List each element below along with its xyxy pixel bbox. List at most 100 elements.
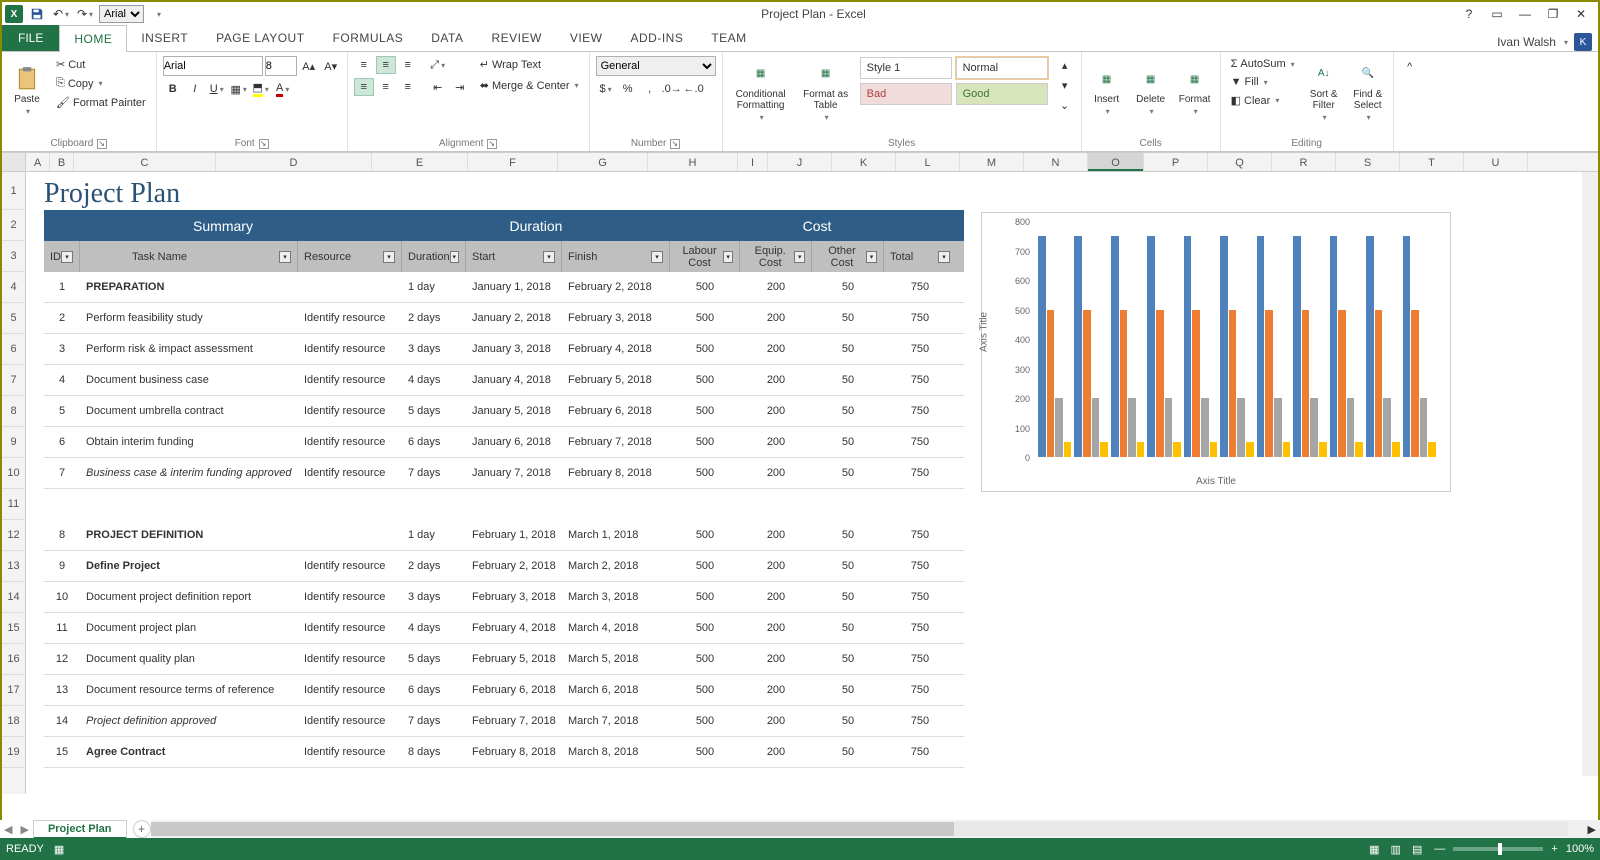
undo-icon[interactable]: ↶▾ — [51, 4, 71, 24]
conditional-formatting-button[interactable]: ▦ Conditional Formatting▾ — [729, 56, 793, 126]
zoom-out-icon[interactable]: — — [1434, 843, 1445, 855]
table-row[interactable]: 10Document project definition reportIden… — [44, 582, 964, 613]
row-header[interactable]: 2 — [2, 210, 25, 241]
format-painter-button[interactable]: 🖌Format Painter — [52, 94, 150, 111]
align-right-icon[interactable]: ≡ — [398, 78, 418, 96]
table-row[interactable]: 13Document resource terms of referenceId… — [44, 675, 964, 706]
paste-button[interactable]: Paste▾ — [8, 56, 46, 126]
cell-style-normal[interactable]: Normal — [956, 57, 1048, 79]
sheet-nav-prev-icon[interactable]: ◀ — [0, 823, 16, 836]
row-header[interactable]: 14 — [2, 582, 25, 613]
col-header-E[interactable]: E — [372, 153, 468, 171]
increase-indent-icon[interactable]: ⇥ — [450, 78, 470, 96]
merge-center-button[interactable]: ⬌Merge & Center▾ — [476, 77, 583, 94]
horizontal-scrollbar[interactable]: ◀ ▶ — [0, 820, 1600, 838]
table-row[interactable]: 3Perform risk & impact assessmentIdentif… — [44, 334, 964, 365]
cell-style-good[interactable]: Good — [956, 83, 1048, 105]
row-header[interactable]: 15 — [2, 613, 25, 644]
format-as-table-button[interactable]: ▦ Format as Table▾ — [799, 56, 853, 126]
italic-button[interactable]: I — [185, 80, 205, 98]
filter-icon[interactable]: ▾ — [651, 251, 663, 263]
number-dialog-launcher[interactable] — [670, 139, 680, 149]
col-header-R[interactable]: R — [1272, 153, 1336, 171]
col-header-C[interactable]: C — [74, 153, 216, 171]
clipboard-dialog-launcher[interactable] — [97, 139, 107, 149]
col-header-P[interactable]: P — [1144, 153, 1208, 171]
file-tab[interactable]: FILE — [2, 25, 59, 51]
col-header-H[interactable]: H — [648, 153, 738, 171]
filter-icon[interactable]: ▾ — [938, 251, 950, 263]
col-header-U[interactable]: U — [1464, 153, 1528, 171]
col-header-T[interactable]: T — [1400, 153, 1464, 171]
ribbon-options-icon[interactable]: ▭ — [1484, 3, 1510, 25]
table-row[interactable]: 7Business case & interim funding approve… — [44, 458, 964, 489]
font-color-button[interactable]: A▾ — [273, 80, 293, 98]
align-center-icon[interactable]: ≡ — [376, 78, 396, 96]
page-break-view-icon[interactable]: ▤ — [1408, 842, 1426, 858]
row-header[interactable]: 18 — [2, 706, 25, 737]
ribbon-tab-home[interactable]: HOME — [59, 25, 127, 52]
col-header-L[interactable]: L — [896, 153, 960, 171]
col-header-B[interactable]: B — [50, 153, 74, 171]
row-header[interactable]: 6 — [2, 334, 25, 365]
col-header-A[interactable]: A — [26, 153, 50, 171]
minimize-icon[interactable]: — — [1512, 3, 1538, 25]
row-header[interactable]: 17 — [2, 675, 25, 706]
alignment-dialog-launcher[interactable] — [487, 139, 497, 149]
ribbon-tab-insert[interactable]: INSERT — [127, 25, 202, 51]
table-row[interactable]: 6Obtain interim fundingIdentify resource… — [44, 427, 964, 458]
sheet-tab[interactable]: Project Plan — [33, 820, 127, 839]
styles-scroll-up-icon[interactable]: ▴ — [1055, 56, 1075, 74]
close-icon[interactable]: ✕ — [1568, 3, 1594, 25]
sort-filter-button[interactable]: A↓Sort & Filter▾ — [1305, 56, 1343, 126]
table-row[interactable]: 8PROJECT DEFINITION1 dayFebruary 1, 2018… — [44, 520, 964, 551]
increase-font-icon[interactable]: A▴ — [299, 57, 319, 75]
decrease-indent-icon[interactable]: ⇤ — [428, 78, 448, 96]
bold-button[interactable]: B — [163, 80, 183, 98]
row-header[interactable]: 3 — [2, 241, 25, 272]
qat-font-select[interactable]: Arial — [99, 5, 144, 23]
user-name[interactable]: Ivan Walsh — [1497, 35, 1556, 49]
copy-button[interactable]: ⎘Copy▾ — [52, 75, 150, 92]
percent-format-icon[interactable]: % — [618, 80, 638, 98]
collapse-ribbon-icon[interactable]: ^ — [1400, 58, 1420, 76]
zoom-slider[interactable] — [1453, 847, 1543, 851]
align-middle-icon[interactable]: ≡ — [376, 56, 396, 74]
col-header-M[interactable]: M — [960, 153, 1024, 171]
filter-icon[interactable]: ▾ — [543, 251, 555, 263]
align-top-icon[interactable]: ≡ — [354, 56, 374, 74]
row-header[interactable]: 16 — [2, 644, 25, 675]
row-header[interactable]: 13 — [2, 551, 25, 582]
col-header-F[interactable]: F — [468, 153, 558, 171]
page-layout-view-icon[interactable]: ▥ — [1387, 842, 1405, 858]
filter-icon[interactable]: ▾ — [723, 251, 733, 263]
table-row[interactable]: 2Perform feasibility studyIdentify resou… — [44, 303, 964, 334]
number-format-select[interactable]: General — [596, 56, 716, 76]
row-header[interactable]: 9 — [2, 427, 25, 458]
sheet-nav-next-icon[interactable]: ▶ — [16, 823, 32, 836]
cell-style-bad[interactable]: Bad — [860, 83, 952, 105]
row-header[interactable]: 1 — [2, 172, 25, 210]
cut-button[interactable]: ✂Cut — [52, 56, 150, 73]
macro-record-icon[interactable]: ▦ — [54, 843, 64, 856]
underline-button[interactable]: U▾ — [207, 80, 227, 98]
col-header-J[interactable]: J — [768, 153, 832, 171]
row-header[interactable]: 12 — [2, 520, 25, 551]
fill-button[interactable]: ▼Fill▾ — [1227, 74, 1299, 90]
accounting-format-icon[interactable]: $▾ — [596, 80, 616, 98]
row-header[interactable]: 4 — [2, 272, 25, 303]
decrease-decimal-icon[interactable]: ←.0 — [684, 80, 704, 98]
row-header[interactable]: 8 — [2, 396, 25, 427]
orientation-icon[interactable]: ⤢▾ — [428, 56, 448, 74]
autosum-button[interactable]: ΣAutoSum▾ — [1227, 56, 1299, 72]
wrap-text-button[interactable]: ↵Wrap Text — [476, 56, 583, 73]
normal-view-icon[interactable]: ▦ — [1365, 842, 1383, 858]
table-row[interactable]: 11Document project planIdentify resource… — [44, 613, 964, 644]
format-cells-button[interactable]: ▦Format▾ — [1176, 56, 1214, 126]
ribbon-tab-review[interactable]: REVIEW — [477, 25, 555, 51]
increase-decimal-icon[interactable]: .0→ — [662, 80, 682, 98]
select-all-button[interactable] — [2, 153, 26, 171]
col-header-G[interactable]: G — [558, 153, 648, 171]
table-row[interactable]: 14Project definition approvedIdentify re… — [44, 706, 964, 737]
clear-button[interactable]: ◧Clear▾ — [1227, 92, 1299, 109]
